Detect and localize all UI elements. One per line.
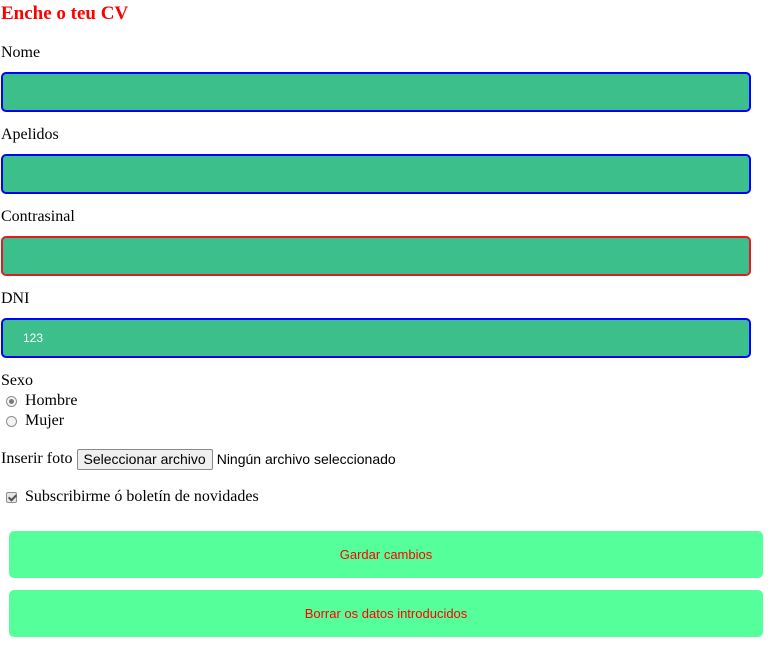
save-button[interactable]: Gardar cambios bbox=[9, 531, 763, 578]
sexo-label: Sexo bbox=[1, 372, 33, 389]
radio-hombre-label: Hombre bbox=[25, 392, 78, 409]
photo-label: Inserir foto bbox=[1, 450, 73, 467]
dni-field[interactable]: 123 bbox=[1, 318, 751, 358]
radio-mujer-label: Mujer bbox=[25, 412, 65, 429]
radio-hombre[interactable] bbox=[6, 395, 17, 407]
nome-field[interactable] bbox=[1, 72, 751, 112]
select-file-button[interactable]: Seleccionar archivo bbox=[76, 448, 213, 470]
radio-mujer[interactable] bbox=[6, 415, 17, 427]
file-status: Ningún archivo seleccionado bbox=[216, 451, 396, 467]
subscribe-label: Subscribirme ó boletín de novidades bbox=[25, 488, 259, 505]
reset-button[interactable]: Borrar os datos introducidos bbox=[9, 590, 763, 637]
apelidos-field[interactable] bbox=[1, 154, 751, 194]
photo-upload-row: Inserir foto Seleccionar archivo Ningún … bbox=[1, 448, 396, 470]
nome-label: Nome bbox=[1, 44, 41, 61]
radio-option-mujer[interactable]: Mujer bbox=[6, 412, 64, 430]
dni-label: DNI bbox=[1, 290, 30, 307]
radio-option-hombre[interactable]: Hombre bbox=[6, 392, 77, 410]
apelidos-label: Apelidos bbox=[1, 126, 59, 143]
subscribe-checkbox[interactable] bbox=[6, 491, 17, 503]
contrasinal-field[interactable] bbox=[1, 236, 751, 276]
subscribe-row[interactable]: Subscribirme ó boletín de novidades bbox=[6, 488, 259, 506]
contrasinal-label: Contrasinal bbox=[1, 208, 75, 225]
page-title: Enche o teu CV bbox=[1, 3, 129, 24]
